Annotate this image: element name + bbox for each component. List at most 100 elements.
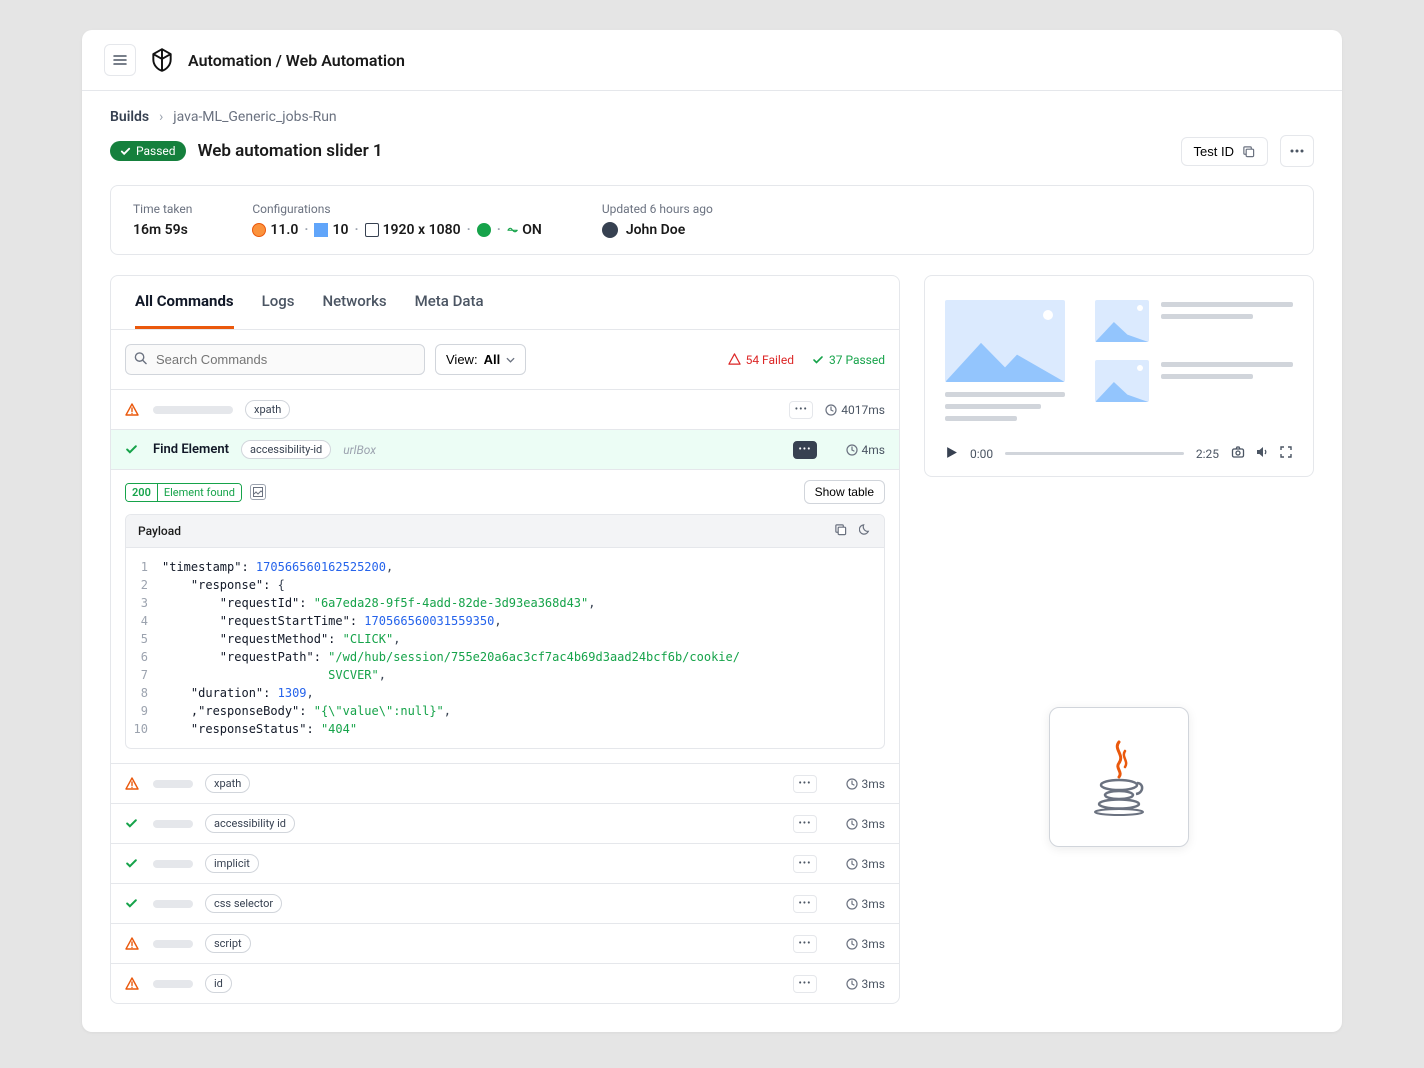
command-row[interactable]: accessibility id•••3ms (111, 803, 899, 843)
breadcrumb-root[interactable]: Builds (110, 109, 149, 125)
check-icon (125, 857, 141, 870)
check-icon (125, 897, 141, 910)
user-value: John Doe (602, 222, 713, 238)
fullscreen-button[interactable] (1279, 445, 1293, 462)
copy-code-button[interactable] (834, 523, 847, 539)
command-row[interactable]: implicit•••3ms (111, 843, 899, 883)
view-label: View: (446, 352, 478, 367)
row-time: 3ms (829, 897, 885, 911)
locator-pill: xpath (205, 774, 250, 793)
row-time: 4017ms (825, 403, 885, 417)
tab-networks[interactable]: Networks (322, 276, 386, 329)
row-menu-button[interactable]: ••• (793, 895, 817, 913)
command-name: Find Element (153, 442, 229, 457)
theme-toggle-button[interactable] (859, 523, 872, 539)
skeleton (153, 406, 233, 414)
tab-logs[interactable]: Logs (262, 276, 295, 329)
volume-icon (1255, 445, 1269, 459)
camera-button[interactable] (1231, 445, 1245, 462)
row-menu-button[interactable]: ••• (793, 975, 817, 993)
locator-pill: id (205, 974, 232, 993)
menu-button[interactable] (104, 44, 136, 76)
search-input[interactable] (125, 344, 425, 375)
copy-icon (1242, 145, 1255, 158)
command-row[interactable]: id ••• 3ms (111, 963, 899, 1003)
cfg-count: 10 (332, 222, 348, 238)
cfg-on: ON (522, 222, 542, 238)
skeleton (153, 860, 193, 868)
video-card: 0:00 2:25 (924, 275, 1314, 477)
info-card: Time taken 16m 59s Configurations 11.0 ·… (110, 185, 1314, 255)
row-menu-button[interactable]: ••• (793, 775, 817, 793)
time-value: 16m 59s (133, 222, 192, 238)
screen-icon (365, 223, 379, 237)
row-menu-button[interactable]: ••• (793, 441, 817, 459)
main-thumbnail (945, 300, 1065, 421)
list-thumbnail (1095, 300, 1293, 342)
dots-icon (1290, 149, 1304, 153)
status-dot-icon (477, 223, 491, 237)
user-name: John Doe (626, 222, 685, 238)
moon-icon (859, 523, 872, 536)
result-msg: Element found (157, 484, 241, 501)
page-title: Web automation slider 1 (198, 141, 383, 161)
status-badge: Passed (110, 141, 186, 161)
play-icon (945, 446, 958, 459)
java-logo-card (1049, 707, 1189, 847)
search-icon (134, 351, 147, 368)
locator-pill: accessibility-id (241, 440, 331, 459)
command-row[interactable]: script•••3ms (111, 923, 899, 963)
row-menu-button[interactable]: ••• (793, 935, 817, 953)
updated-label: Updated 6 hours ago (602, 202, 713, 216)
locator-pill: xpath (245, 400, 290, 419)
row-menu-button[interactable]: ••• (789, 401, 813, 419)
cfg-res: 1920 x 1080 (383, 222, 461, 238)
more-button[interactable] (1280, 135, 1314, 167)
show-table-button[interactable]: Show table (804, 480, 885, 504)
chevron-down-icon (506, 357, 515, 363)
camera-icon (1231, 445, 1245, 459)
warn-icon (728, 353, 741, 366)
avatar-icon (602, 222, 618, 238)
row-menu-button[interactable]: ••• (793, 815, 817, 833)
breadcrumb-current: java-ML_Generic_jobs-Run (173, 109, 336, 125)
screenshot-icon[interactable] (250, 484, 266, 500)
cfg-label: Configurations (252, 202, 541, 216)
payload-title: Payload (138, 524, 181, 538)
command-row[interactable]: xpath•••3ms (111, 763, 899, 803)
tab-all-commands[interactable]: All Commands (135, 276, 234, 329)
code-body: 1"timestamp": 170566560162525200,2 "resp… (126, 548, 884, 748)
header-title: Automation / Web Automation (188, 51, 405, 70)
view-dropdown[interactable]: View: All (435, 344, 526, 375)
network-icon: ⏦ (507, 222, 518, 238)
cfg-value: 11.0 · 10 · 1920 x 1080 · · ⏦ ON (252, 222, 541, 238)
logo-icon (148, 46, 176, 74)
check-icon (120, 146, 131, 157)
test-id-label: Test ID (1194, 144, 1234, 159)
volume-button[interactable] (1255, 445, 1269, 462)
command-param: urlBox (343, 443, 376, 457)
passed-count: 37 Passed (812, 353, 885, 367)
warn-icon (125, 403, 141, 417)
view-value: All (484, 352, 501, 367)
failed-count: 54 Failed (728, 353, 794, 367)
test-id-button[interactable]: Test ID (1181, 137, 1268, 166)
tab-meta[interactable]: Meta Data (415, 276, 484, 329)
command-row[interactable]: css selector•••3ms (111, 883, 899, 923)
check-icon (812, 354, 824, 366)
command-row[interactable]: xpath ••• 4017ms (111, 389, 899, 429)
locator-pill: accessibility id (205, 814, 295, 833)
row-time: 3ms (829, 937, 885, 951)
list-thumbnail (1095, 360, 1293, 402)
row-time: 3ms (829, 977, 885, 991)
hamburger-icon (112, 52, 128, 68)
fullscreen-icon (1279, 445, 1293, 459)
command-row-expanded[interactable]: Find Element accessibility-id urlBox •••… (111, 429, 899, 469)
detail-row: 200 Element found Show table (111, 469, 899, 514)
time-label: Time taken (133, 202, 192, 216)
clock-icon (846, 444, 858, 456)
player-track[interactable] (1005, 452, 1184, 455)
skeleton (153, 980, 193, 988)
row-menu-button[interactable]: ••• (793, 855, 817, 873)
play-button[interactable] (945, 446, 958, 462)
